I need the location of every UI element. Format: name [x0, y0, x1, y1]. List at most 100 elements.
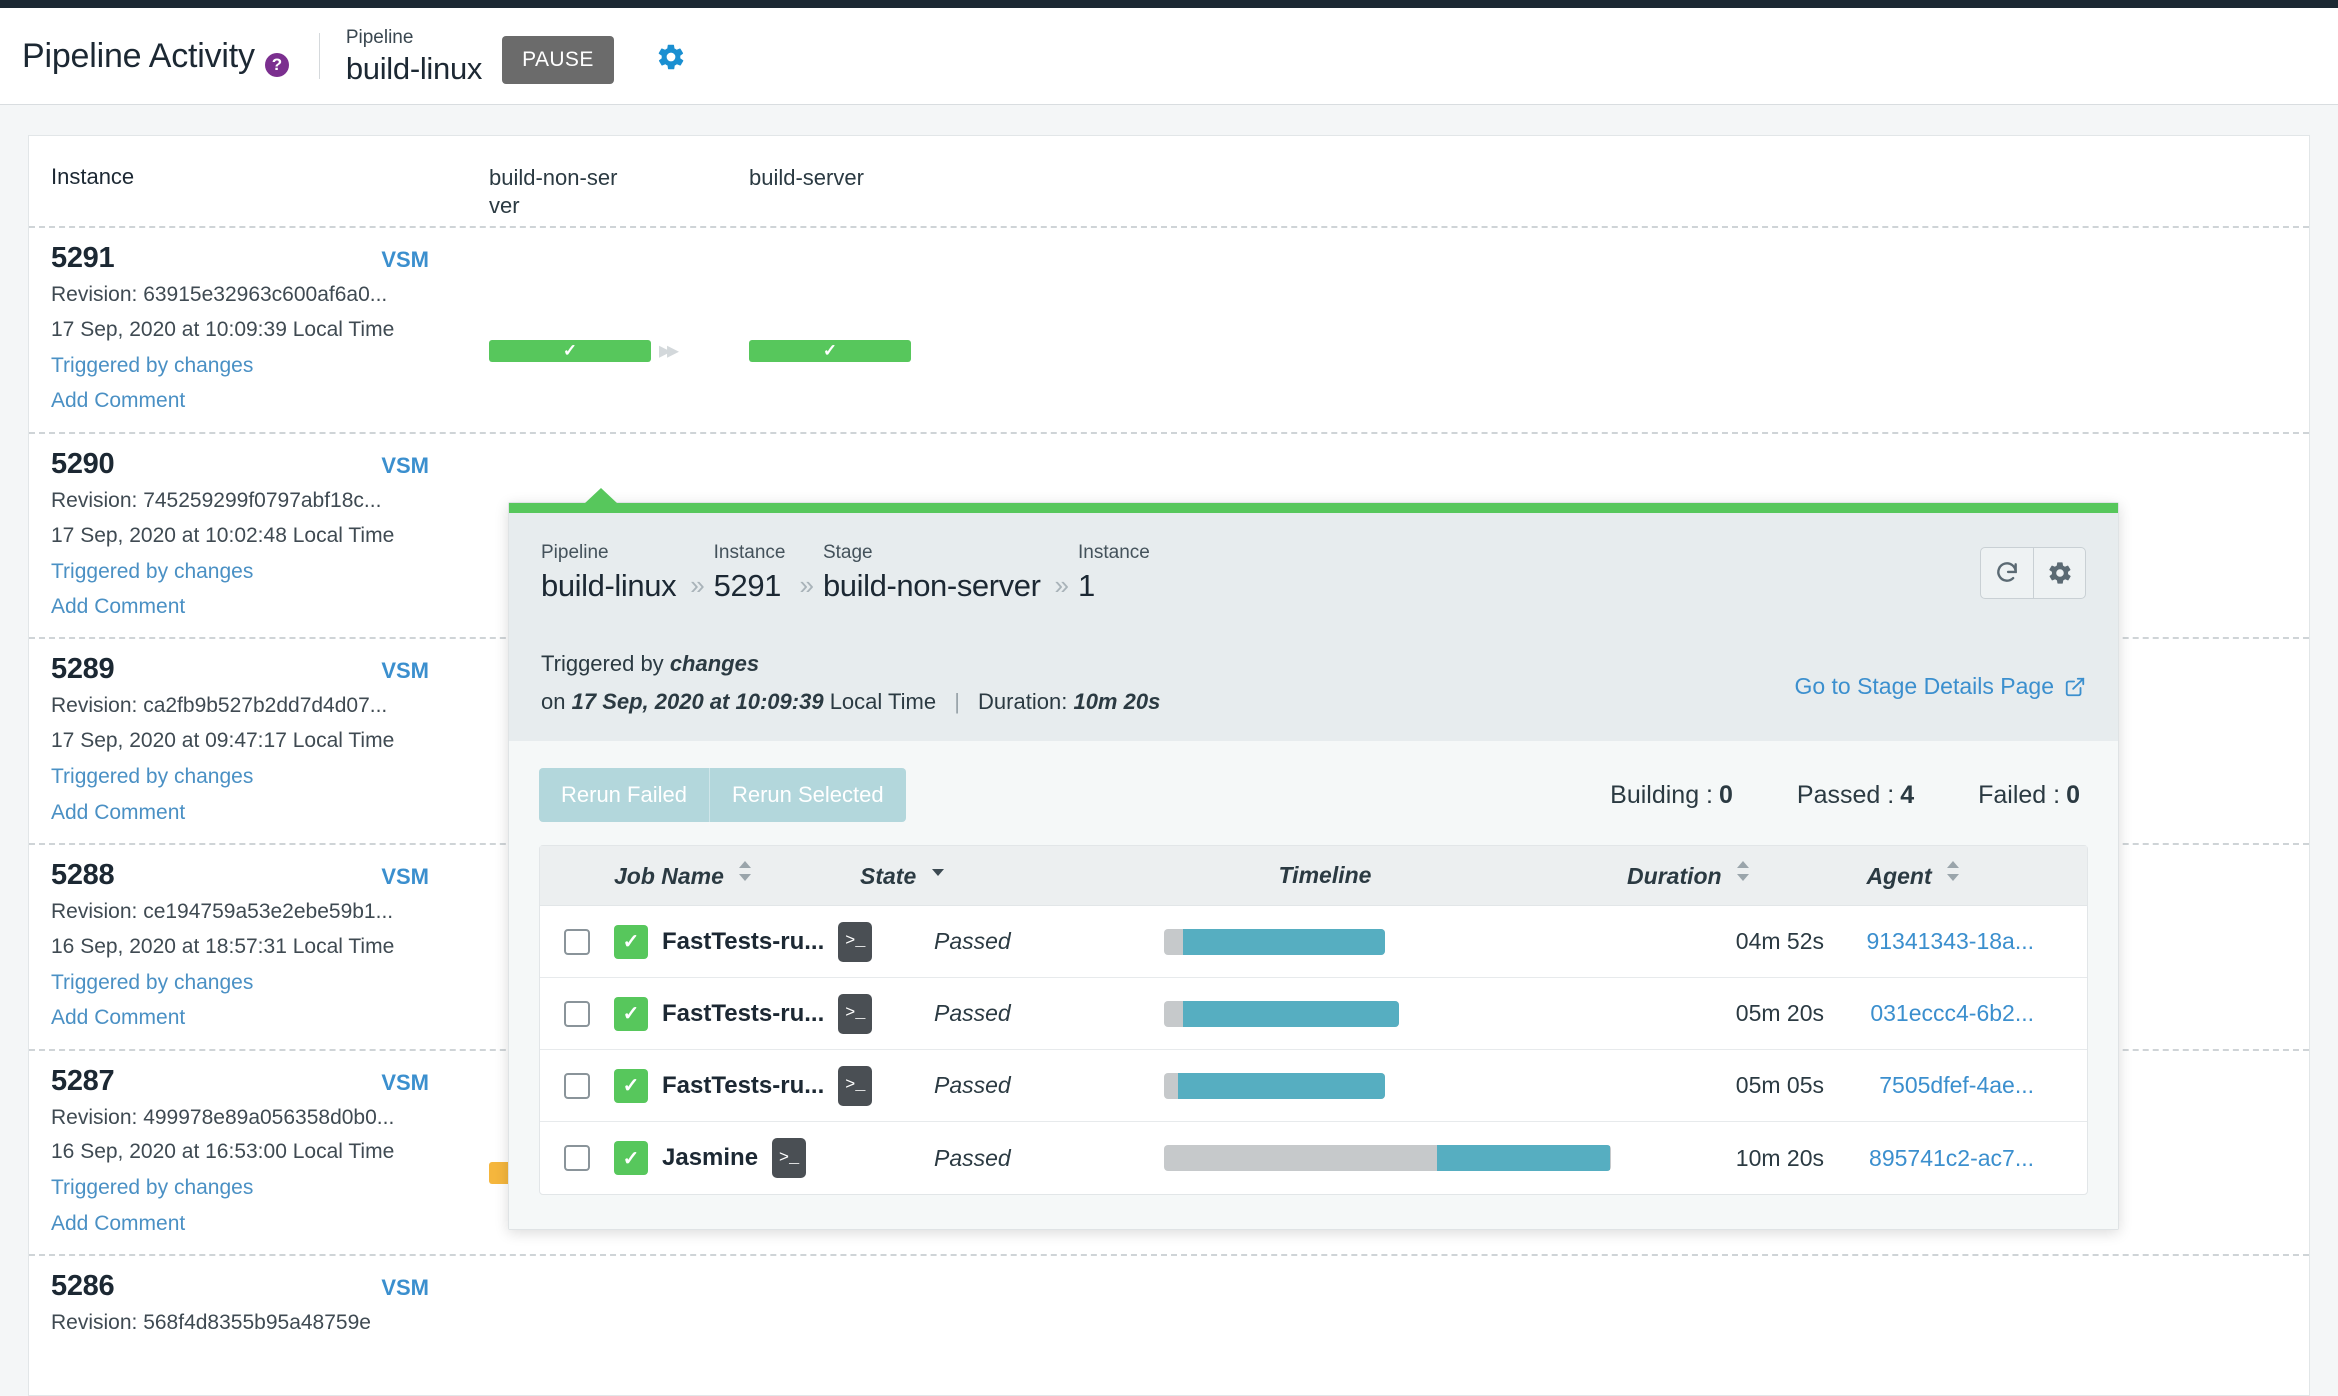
vsm-link[interactable]: VSM [381, 864, 429, 890]
gear-icon[interactable] [2033, 548, 2085, 598]
row-checkbox-cell [540, 1072, 614, 1099]
header-divider [318, 33, 320, 79]
job-checkbox[interactable] [564, 1000, 590, 1027]
job-checkbox[interactable] [564, 1072, 590, 1099]
counter-building-value: 0 [1719, 780, 1733, 809]
instance-summary: 5288 VSM Revision: ce194759a53e2ebe59b1.… [29, 845, 489, 1049]
pipeline-label: Pipeline [345, 26, 414, 48]
instance-row[interactable]: 5291 VSM Revision: 63915e32963c600af6a0.… [29, 228, 2309, 432]
instance-revision: Revision: 499978e89a056358d0b0... [51, 1105, 395, 1129]
table-row[interactable]: ✓ FastTests-ru... >_ Passed 05m 20s 031e… [540, 978, 2087, 1051]
job-state: Passed [934, 1000, 1011, 1027]
job-checkbox[interactable] [564, 928, 590, 955]
refresh-icon[interactable] [1981, 548, 2033, 598]
rerun-selected-button[interactable]: Rerun Selected [708, 768, 906, 823]
breadcrumb-instance[interactable]: Instance 5291 [714, 539, 786, 603]
job-name[interactable]: FastTests-ru... [662, 928, 824, 956]
column-state[interactable]: State [860, 862, 1090, 890]
job-agent-link[interactable]: 91341343-18a... [1824, 928, 2044, 955]
sort-icon[interactable] [1736, 860, 1750, 888]
counter-passed-label: Passed : [1796, 780, 1895, 809]
triggered-by-link[interactable]: Triggered by changes [51, 1174, 467, 1202]
rerun-toolbar: Rerun Failed Rerun Selected Building :0 … [539, 767, 2088, 823]
breadcrumb-value: 5291 [713, 567, 782, 603]
check-icon: ✓ [822, 340, 838, 360]
page-header: Pipeline Activity? Pipeline build-linux … [0, 8, 2338, 105]
timezone-label: Local Time [829, 689, 937, 715]
job-name[interactable]: Jasmine [662, 1144, 758, 1172]
sort-icon[interactable] [1946, 860, 1960, 888]
table-row[interactable]: ✓ Jasmine >_ Passed 10m 20s 895741c2-ac7… [540, 1122, 2087, 1194]
job-state: Passed [934, 1072, 1011, 1099]
breadcrumb-stage-instance[interactable]: Instance 1 [1078, 539, 1150, 603]
table-row[interactable]: ✓ FastTests-ru... >_ Passed 04m 52s 9134… [540, 906, 2087, 979]
popup-status-bar [509, 503, 2118, 513]
job-agent-link[interactable]: 7505dfef-4ae... [1824, 1072, 2044, 1099]
add-comment-link[interactable]: Add Comment [51, 593, 467, 621]
triggered-by-link[interactable]: Triggered by changes [51, 763, 467, 791]
stage-bar-passed[interactable]: ✓ [749, 339, 911, 362]
breadcrumb-stage[interactable]: Stage build-non-server [823, 539, 1041, 603]
activity-panel: Instance build-non-ser ver build-server 5… [28, 135, 2310, 1396]
job-name[interactable]: FastTests-ru... [662, 1000, 824, 1028]
triggered-by-link[interactable]: Triggered by changes [51, 558, 467, 586]
check-icon: ✓ [562, 340, 578, 360]
triggered-by-link[interactable]: Triggered by changes [51, 352, 467, 380]
job-name[interactable]: FastTests-ru... [662, 1072, 824, 1100]
instance-id: 5289 [51, 653, 115, 686]
status-passed-icon: ✓ [614, 924, 648, 959]
rerun-failed-button[interactable]: Rerun Failed [539, 768, 709, 823]
terminal-icon[interactable]: >_ [838, 1065, 873, 1106]
job-state: Passed [934, 1144, 1011, 1171]
terminal-icon[interactable]: >_ [772, 1138, 807, 1179]
job-checkbox[interactable] [564, 1145, 590, 1172]
popup-trigger-info: Triggered by changes on 17 Sep, 2020 at … [509, 629, 2118, 742]
vsm-link[interactable]: VSM [381, 1275, 429, 1301]
stage-cell-build-server[interactable]: ✓ [749, 228, 1009, 432]
vsm-link[interactable]: VSM [381, 247, 429, 273]
jobs-table-header: Job Name State Timeline Duration Agent [540, 846, 2087, 907]
pipeline-name: build-linux [345, 51, 483, 87]
add-comment-link[interactable]: Add Comment [51, 387, 467, 415]
gear-icon[interactable] [656, 42, 686, 77]
vsm-link[interactable]: VSM [381, 453, 429, 479]
table-row[interactable]: ✓ FastTests-ru... >_ Passed 05m 05s 7505… [540, 1050, 2087, 1123]
stage-bar-passed[interactable]: ✓ [489, 339, 651, 362]
breadcrumb-pipeline[interactable]: Pipeline build-linux [541, 539, 677, 603]
terminal-icon[interactable]: >_ [838, 993, 873, 1034]
pause-button[interactable]: PAUSE [502, 36, 614, 84]
duration-label: Duration: [978, 689, 1068, 715]
go-to-stage-details-link[interactable]: Go to Stage Details Page [1794, 673, 2086, 700]
instance-row[interactable]: 5286 VSM Revision: 568f4d8355b95a48759e [29, 1256, 2309, 1354]
instance-summary: 5287 VSM Revision: 499978e89a056358d0b0.… [29, 1051, 489, 1255]
instance-revision: Revision: 745259299f0797abf18c... [51, 488, 382, 512]
instance-revision: Revision: 568f4d8355b95a48759e [51, 1311, 371, 1335]
job-counters: Building :0 Passed :4 Failed :0 [1610, 781, 2080, 810]
sort-icon[interactable] [738, 860, 752, 888]
timeline-run-segment [1436, 1145, 1611, 1172]
instance-timestamp: 17 Sep, 2020 at 09:47:17 Local Time [51, 729, 395, 753]
stage-cell-build-non-server[interactable]: ✓ ▸▸ [489, 228, 749, 432]
job-agent-link[interactable]: 895741c2-ac7... [1824, 1145, 2044, 1172]
add-comment-link[interactable]: Add Comment [51, 1210, 467, 1238]
add-comment-link[interactable]: Add Comment [51, 799, 467, 827]
column-job-name[interactable]: Job Name [540, 860, 860, 890]
instance-timestamp: 16 Sep, 2020 at 16:53:00 Local Time [51, 1140, 395, 1164]
triggered-by-link[interactable]: Triggered by changes [51, 969, 467, 997]
terminal-icon[interactable]: >_ [838, 921, 873, 962]
job-agent-link[interactable]: 031eccc4-6b2... [1824, 1000, 2044, 1027]
breadcrumb-label: Instance [713, 542, 786, 563]
column-header-stage-build-server: build-server [749, 165, 864, 190]
status-passed-icon: ✓ [614, 1141, 648, 1176]
counter-failed: Failed :0 [1978, 781, 2080, 810]
popup-arrow [584, 488, 618, 504]
add-comment-link[interactable]: Add Comment [51, 1004, 467, 1032]
vsm-link[interactable]: VSM [381, 658, 429, 684]
help-icon[interactable]: ? [264, 52, 289, 77]
timeline-track [1164, 1145, 1611, 1172]
column-duration[interactable]: Duration [1560, 860, 1750, 890]
vsm-link[interactable]: VSM [381, 1070, 429, 1096]
sort-desc-icon[interactable] [931, 860, 945, 888]
job-name-cell: ✓ FastTests-ru... >_ [614, 921, 934, 962]
column-agent[interactable]: Agent [1750, 860, 1970, 890]
